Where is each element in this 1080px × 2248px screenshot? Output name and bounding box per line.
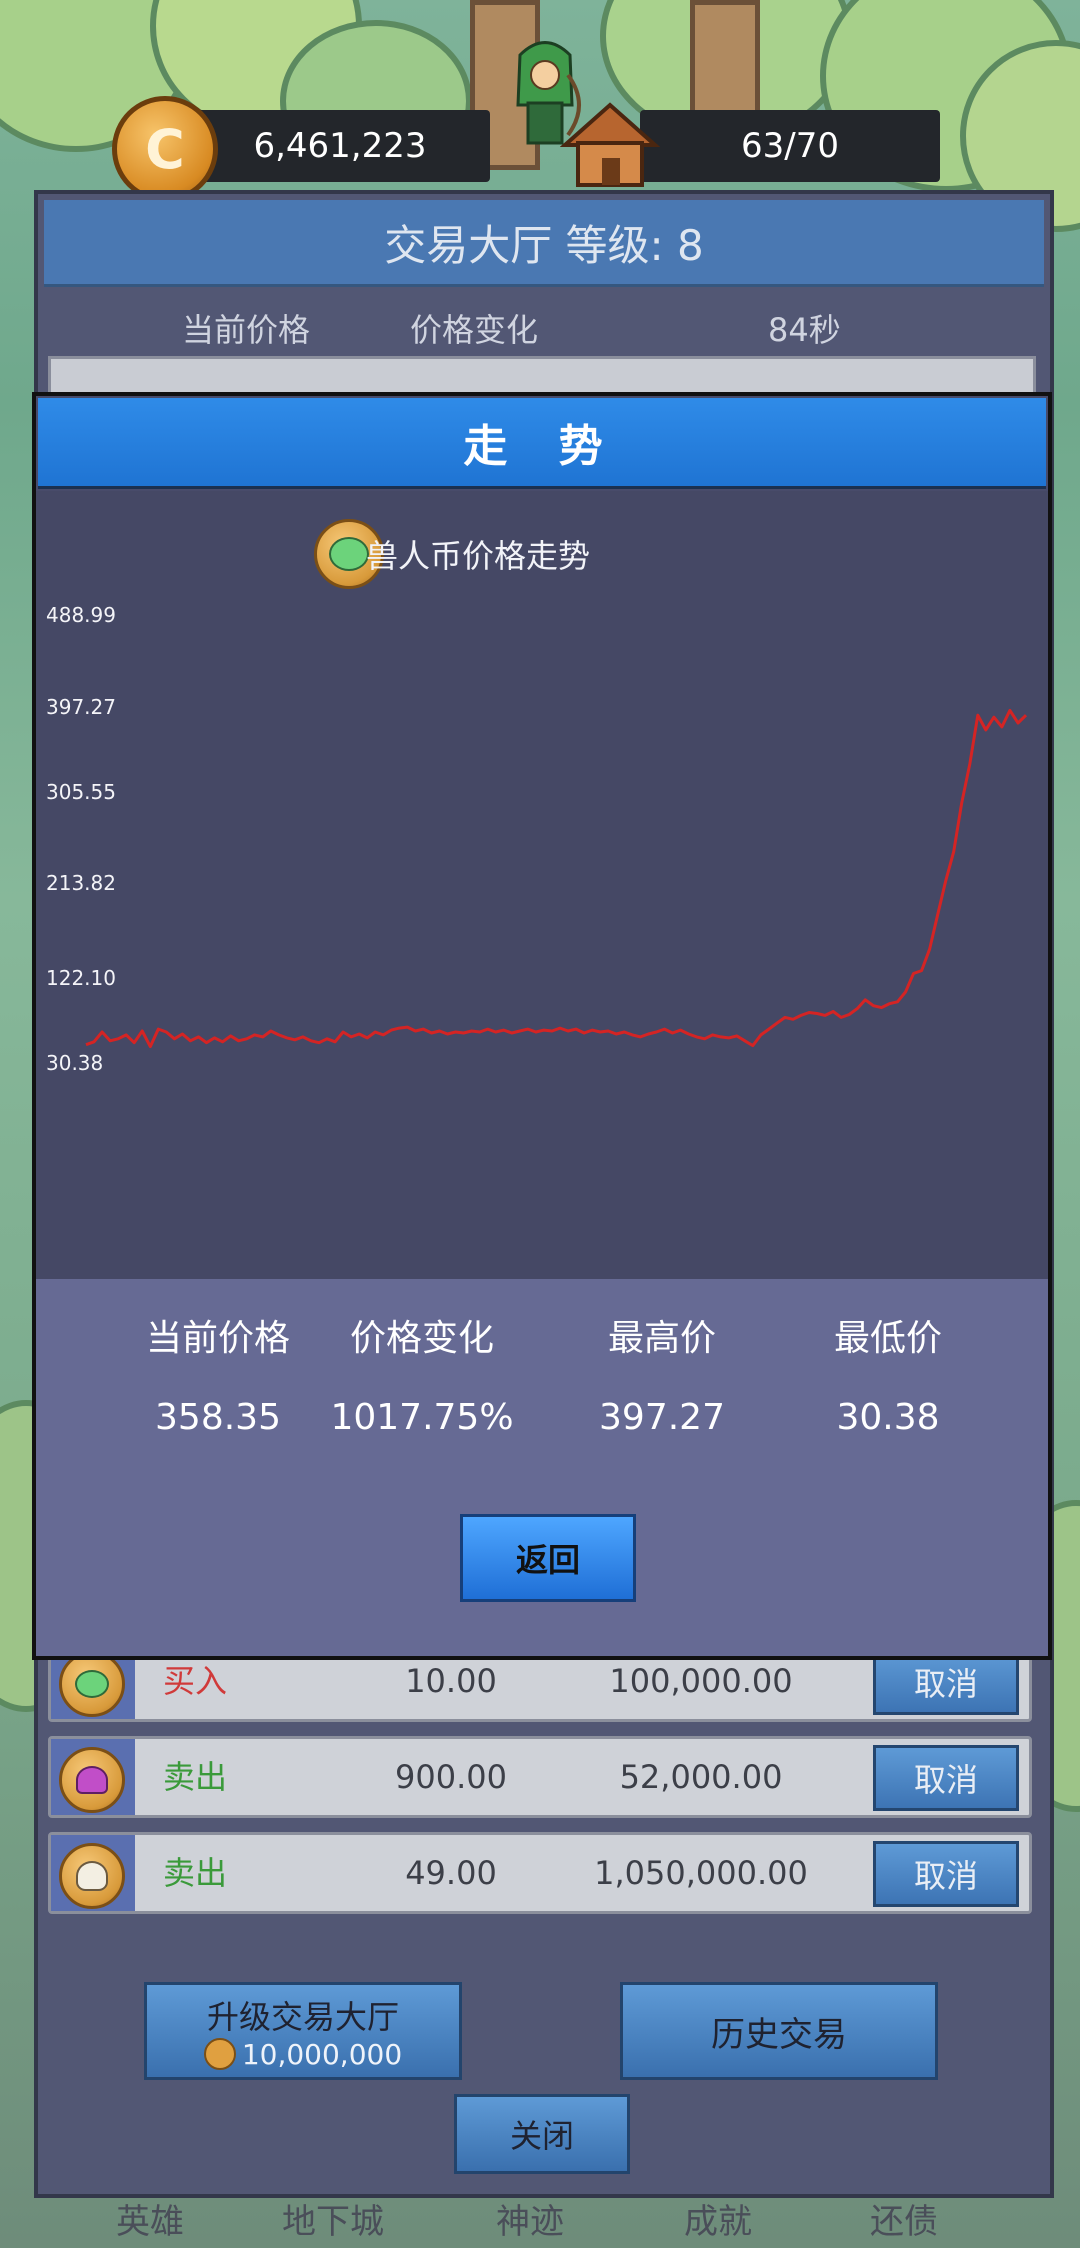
upgrade-label: 升级交易大厅 [206,1997,399,2036]
order-type: 卖出 [163,1758,228,1796]
upgrade-cost: 10,000,000 [203,2038,402,2071]
stat-high-value: 397.27 [599,1397,725,1438]
trend-modal: 走 势 兽人币价格走势 488.99 397.27 305.55 213.82 … [32,392,1052,1660]
stat-low-label: 最低价 [833,1318,942,1359]
close-button[interactable]: 关闭 [454,2094,630,2174]
cancel-order-button[interactable]: 取消 [873,1841,1019,1907]
refresh-timer: 84秒 [768,311,841,349]
order-row: 卖出 49.00 1,050,000.00 取消 [48,1832,1032,1914]
stat-price-change-value: 1017.75% [330,1397,514,1438]
bottom-tab-bar: 英雄 地下城 神迹 成就 还债 [0,2190,1080,2248]
back-button[interactable]: 返回 [460,1514,636,1602]
hut-icon [560,102,660,187]
tab-miracles[interactable]: 神迹 [496,2194,564,2243]
gold-counter: 6,461,223 [190,110,490,182]
price-chart: 兽人币价格走势 488.99 397.27 305.55 213.82 122.… [36,491,1048,1279]
order-price: 900.00 [395,1758,507,1796]
tab-dungeon[interactable]: 地下城 [282,2194,384,2243]
column-price-change: 价格变化 [410,311,539,349]
stat-current-price-label: 当前价格 [145,1318,290,1359]
panel-title: 交易大厅 等级: 8 [44,200,1044,287]
tab-achievements[interactable]: 成就 [684,2194,752,2243]
orc-coin-icon [59,1651,125,1717]
stat-price-change-label: 价格变化 [349,1318,494,1359]
column-current-price: 当前价格 [182,311,311,349]
trade-history-button[interactable]: 历史交易 [620,1982,938,2080]
tab-repay-debt[interactable]: 还债 [870,2194,938,2243]
order-row: 卖出 900.00 52,000.00 取消 [48,1736,1032,1818]
stat-current-price-value: 358.35 [155,1397,281,1438]
gold-coin-icon [203,2038,236,2070]
upgrade-hall-button[interactable]: 升级交易大厅 10,000,000 [144,1982,462,2080]
skull-coin-icon [59,1843,125,1909]
mushroom-coin-icon [59,1747,125,1813]
stat-high-label: 最高价 [607,1318,716,1359]
tab-heroes[interactable]: 英雄 [116,2194,184,2243]
price-trend-line [85,708,1028,1049]
order-amount: 1,050,000.00 [594,1854,808,1892]
modal-title: 走 势 [38,398,1046,489]
gold-amount: 6,461,223 [253,126,427,166]
order-amount: 52,000.00 [619,1758,783,1796]
gold-coin-icon: C [112,96,218,202]
cancel-order-button[interactable]: 取消 [873,1745,1019,1811]
capacity-counter: 63/70 [640,110,940,182]
order-type: 卖出 [163,1854,228,1892]
stat-low-value: 30.38 [836,1397,940,1438]
order-price: 49.00 [405,1854,497,1892]
capacity-value: 63/70 [741,126,839,166]
price-line-plot [85,708,1028,1049]
